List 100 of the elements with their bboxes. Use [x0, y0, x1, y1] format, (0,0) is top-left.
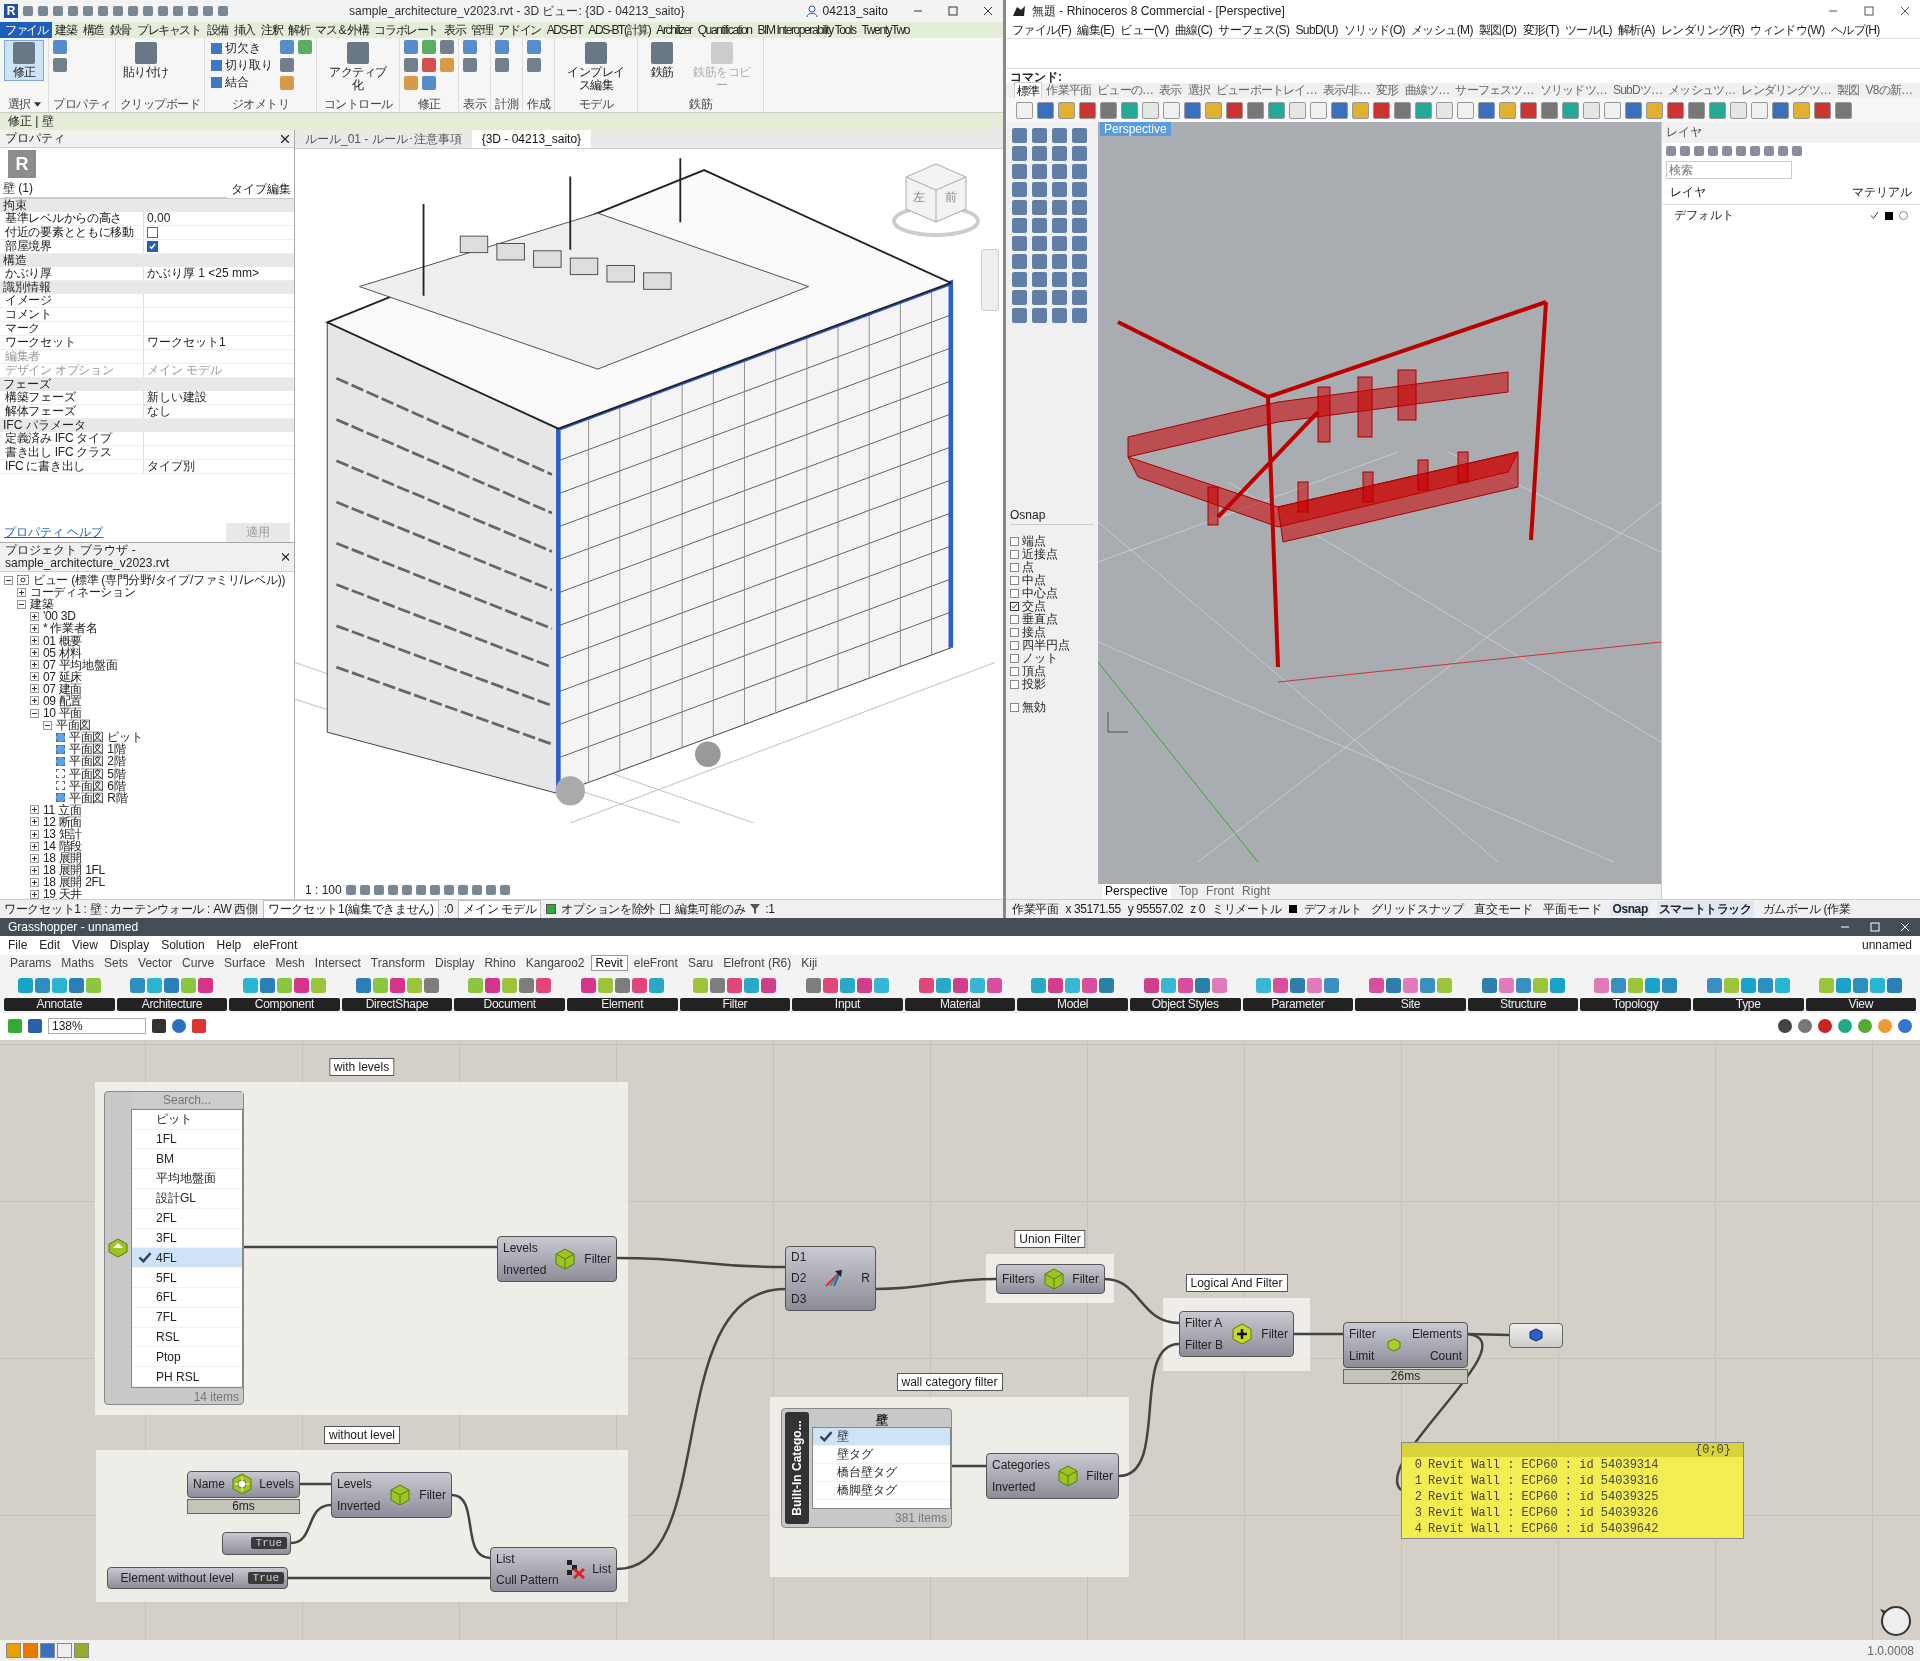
tree-item[interactable]: 11 立面: [43, 803, 82, 816]
toolbar-icon[interactable]: [1394, 101, 1411, 119]
group-label[interactable]: Component: [229, 997, 340, 1011]
port-name[interactable]: Filter B: [1185, 1337, 1223, 1352]
search-field[interactable]: Search...: [131, 1091, 243, 1108]
toolbar-tab[interactable]: ビューの…: [1095, 82, 1156, 99]
component-icon[interactable]: [1819, 977, 1835, 993]
close-icon[interactable]: [281, 553, 289, 561]
port-name[interactable]: D2: [791, 1271, 807, 1286]
toolbar-tab[interactable]: レンダリングツ…: [1739, 82, 1834, 99]
port-name[interactable]: Filters: [1002, 1271, 1035, 1286]
component-icon[interactable]: [1481, 977, 1497, 993]
current-layer-mark[interactable]: [1870, 211, 1879, 220]
list-item[interactable]: 橋脚壁タグ: [813, 1481, 950, 1500]
menu-item[interactable]: 製図(D): [1478, 21, 1517, 39]
component-tab[interactable]: Kangaroo2: [521, 955, 589, 970]
view-control-icon[interactable]: [345, 885, 356, 895]
component-node[interactable]: Categories Inverted Filter: [986, 1452, 1119, 1499]
group-label[interactable]: Model: [1017, 997, 1128, 1011]
tree-item[interactable]: 平面図 ピット: [69, 731, 143, 744]
expand-icon[interactable]: [30, 696, 39, 706]
design-option-dropdown[interactable]: メイン モデル: [458, 899, 542, 919]
component-icon[interactable]: [1498, 977, 1514, 993]
toolbar-icon[interactable]: [1562, 101, 1579, 119]
component-icon[interactable]: [1532, 977, 1548, 993]
view-control-icon[interactable]: [359, 885, 370, 895]
component-icon[interactable]: [1307, 977, 1323, 993]
zoom-dropdown[interactable]: 138%: [48, 1018, 146, 1035]
tree-item[interactable]: 19 天井: [43, 888, 83, 901]
menu-item[interactable]: ファイル(F): [1012, 21, 1072, 39]
toolbar-icon[interactable]: [1814, 101, 1831, 119]
component-icon[interactable]: [1099, 977, 1115, 993]
list-item[interactable]: 2FL: [132, 1208, 242, 1229]
component-icon[interactable]: [839, 977, 855, 993]
component-icon[interactable]: [744, 977, 760, 993]
caret-icon[interactable]: [33, 102, 41, 107]
toolbar-icon[interactable]: [1058, 101, 1075, 119]
component-icon[interactable]: [34, 977, 50, 993]
panel-label[interactable]: 選択: [7, 96, 41, 113]
port-name[interactable]: Count: [1429, 1348, 1462, 1363]
toolbar-icon[interactable]: [1268, 101, 1285, 119]
group-label[interactable]: Logical And Filter: [1185, 1273, 1288, 1292]
toolbar-tab[interactable]: V8の新…: [1863, 82, 1915, 99]
zoom-extents-icon[interactable]: [152, 1019, 166, 1034]
component-icon[interactable]: [485, 977, 501, 993]
section-header[interactable]: 拘束: [0, 199, 294, 212]
toolbar-icon[interactable]: [1247, 101, 1264, 119]
expand-icon[interactable]: [30, 829, 39, 839]
list-item[interactable]: 壁: [813, 1427, 950, 1446]
component-icon[interactable]: [51, 977, 67, 993]
port-name[interactable]: Limit: [1349, 1348, 1375, 1363]
component-node[interactable]: Filters Filter: [996, 1263, 1105, 1294]
status-toggle[interactable]: Osnap: [1610, 902, 1650, 916]
group-label[interactable]: Document: [454, 997, 565, 1011]
ribbon-button[interactable]: インプレイス編集: [559, 40, 633, 94]
tool-icon[interactable]: [404, 40, 418, 54]
toggle-value[interactable]: True: [247, 1571, 284, 1584]
component-tab[interactable]: Params: [6, 955, 56, 970]
tool-icon[interactable]: [53, 40, 67, 54]
preview-mode-icon[interactable]: [1798, 1019, 1812, 1034]
component-icon[interactable]: [1853, 977, 1869, 993]
port-name[interactable]: Filter: [1261, 1326, 1288, 1341]
tree-item[interactable]: 18 展開: [43, 852, 83, 865]
checkbox[interactable]: [1010, 628, 1019, 637]
list-item[interactable]: Ptop: [132, 1347, 242, 1368]
group-label[interactable]: View: [1805, 997, 1917, 1011]
view-control-icon[interactable]: [471, 885, 482, 895]
list-item[interactable]: 4FL: [132, 1248, 242, 1269]
toolbar-icon[interactable]: [1667, 101, 1684, 119]
group-label[interactable]: wall category filter: [896, 1372, 1003, 1391]
port-name[interactable]: Filter A: [1185, 1315, 1223, 1330]
component-icon[interactable]: [1211, 977, 1227, 993]
list-item[interactable]: ピット: [132, 1109, 242, 1130]
toggle-value[interactable]: True: [250, 1537, 287, 1550]
tree-item[interactable]: 平面図 1階: [69, 743, 126, 756]
component-icon[interactable]: [1385, 977, 1401, 993]
expand-icon[interactable]: [30, 648, 39, 658]
toolbar-icon[interactable]: [1352, 101, 1369, 119]
view-control-icon[interactable]: [401, 885, 412, 895]
expand-icon[interactable]: [30, 636, 39, 645]
list-item[interactable]: RSL: [132, 1327, 242, 1348]
tree-item[interactable]: コーディネーション: [30, 586, 136, 599]
view-control-icon[interactable]: [415, 885, 426, 895]
close-icon[interactable]: [983, 6, 993, 16]
expand-icon[interactable]: [30, 660, 39, 670]
view-checkbox[interactable]: [56, 781, 65, 791]
search-field[interactable]: 検索: [1666, 161, 1792, 179]
component-icon[interactable]: [1324, 977, 1340, 993]
toolbar-icon[interactable]: [1499, 101, 1516, 119]
status-toggle[interactable]: 平面モード: [1541, 900, 1604, 918]
port-name[interactable]: Levels: [259, 1477, 294, 1492]
tree-item[interactable]: 13 矩計: [43, 828, 83, 840]
ribbon-button[interactable]: 切り取り: [209, 57, 275, 73]
widget-icon[interactable]: [40, 1643, 55, 1658]
collapse-icon[interactable]: [17, 599, 26, 609]
tool-icon[interactable]: [527, 40, 541, 54]
toolbar-tab[interactable]: 変形: [1374, 82, 1401, 99]
component-tab[interactable]: Curve: [178, 955, 219, 970]
ribbon-button[interactable]: 貼り付け: [119, 40, 172, 81]
ribbon-tab[interactable]: Archilizer: [653, 22, 695, 38]
